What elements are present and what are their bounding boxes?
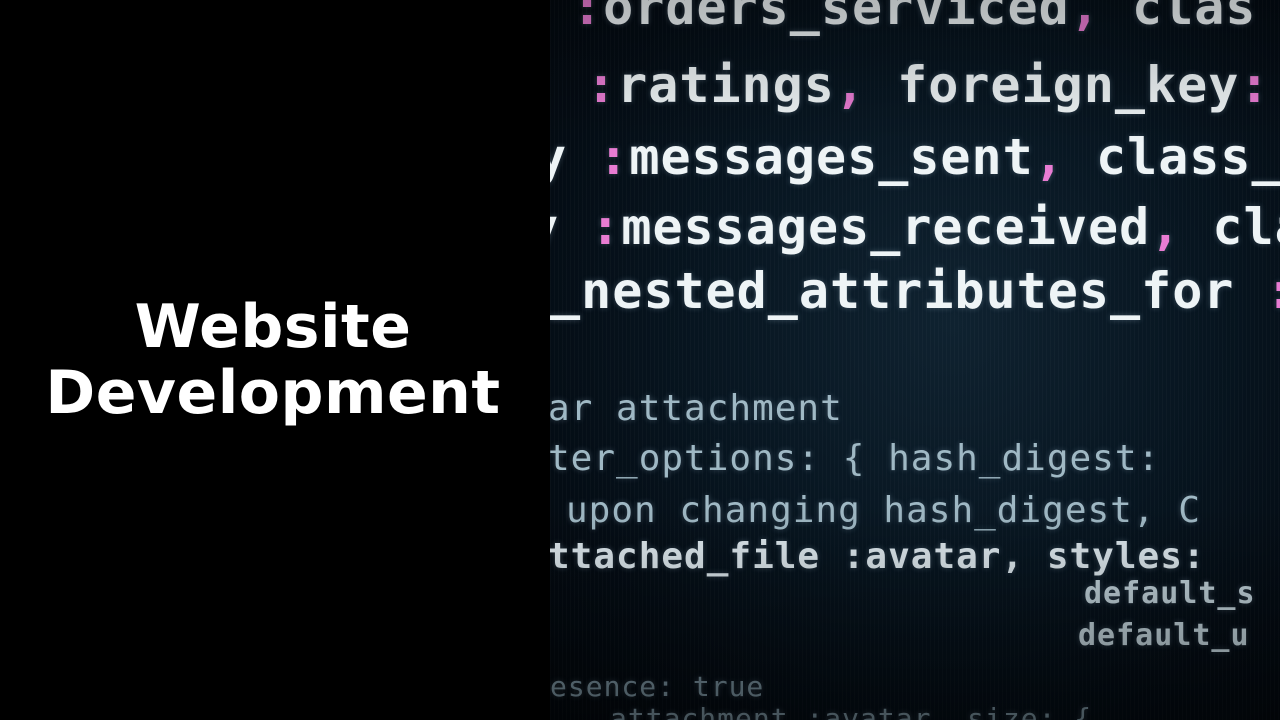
code-screen-photo: :orders_serviced, clas :ratings, foreign… <box>550 0 1280 720</box>
code-line: y :messages_received, cla <box>550 198 1280 256</box>
code-line: _nested_attributes_for :ph <box>550 262 1280 320</box>
code-line: y :messages_sent, class_n <box>550 128 1280 186</box>
title-panel: Website Development <box>0 0 550 720</box>
code-line: ter_options: { hash_digest: <box>550 438 1161 479</box>
code-line: attachment :avatar, size: { <box>610 702 1093 720</box>
slide: Website Development :orders_serviced, cl… <box>0 0 1280 720</box>
slide-title: Website Development <box>45 294 504 426</box>
code-line: default_u <box>1078 618 1250 653</box>
code-line: :orders_serviced, clas <box>572 0 1257 36</box>
code-line: :ratings, foreign_key: <box>586 56 1271 114</box>
code-line: default_s <box>1084 576 1256 611</box>
code-line: esence: true <box>550 670 765 703</box>
code-line: upon changing hash_digest, C <box>566 490 1201 531</box>
code-line: ttached_file :avatar, styles: <box>550 536 1206 577</box>
slide-title-line-2: Development <box>45 358 501 428</box>
slide-title-line-1: Website <box>134 292 412 362</box>
code-line: ar attachment <box>550 388 843 429</box>
